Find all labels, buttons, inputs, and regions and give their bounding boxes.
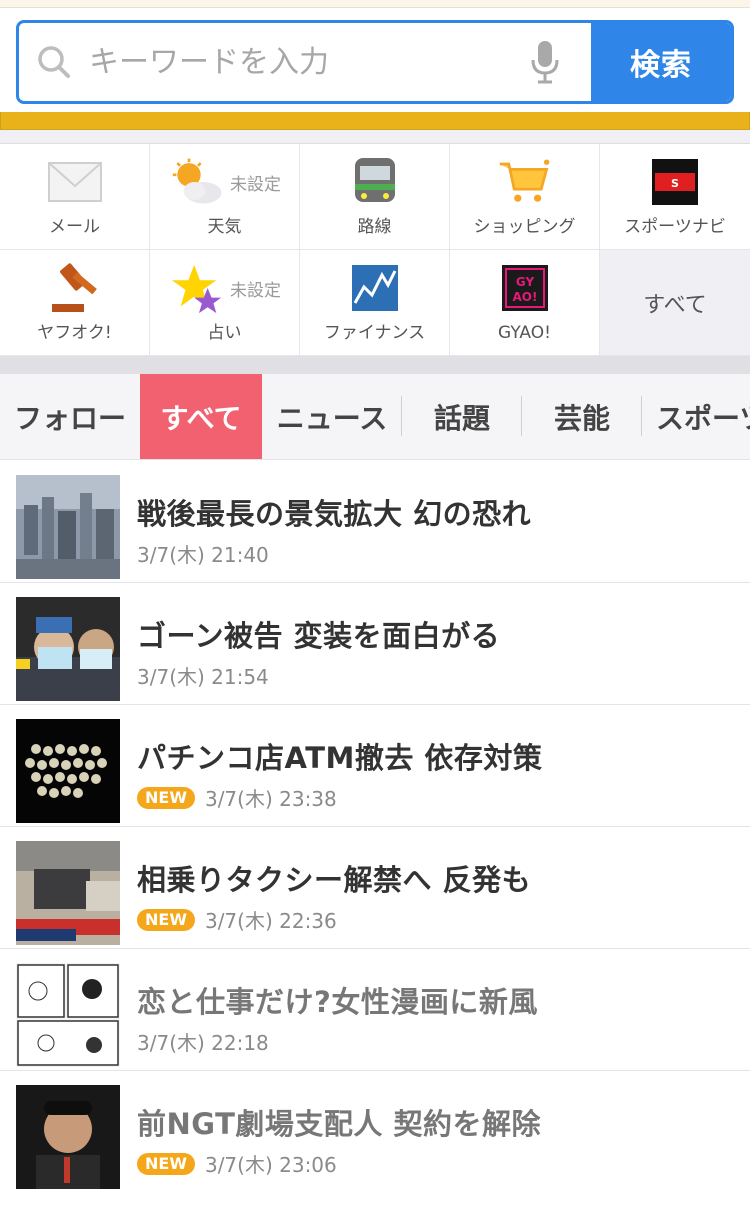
microphone-icon[interactable]: [499, 23, 591, 101]
auction-gavel-icon: [48, 262, 102, 314]
svg-text:AO!: AO!: [512, 290, 537, 304]
mail-icon: [47, 156, 102, 208]
fortune-star-icon: [171, 262, 225, 314]
service-auction[interactable]: ヤフオク!: [0, 250, 150, 356]
news-headline: パチンコ店ATM撤去 依存対策: [137, 741, 543, 775]
svg-text:S: S: [671, 177, 679, 190]
news-item[interactable]: 戦後最長の景気拡大 幻の恐れ 3/7(木) 21:40: [0, 461, 750, 583]
news-time: 3/7(木) 22:36: [204, 909, 337, 933]
news-thumbnail: [16, 963, 120, 1067]
news-thumbnail: [16, 719, 120, 823]
service-label: ショッピング: [473, 217, 576, 237]
service-label: ヤフオク!: [37, 323, 112, 343]
service-label: GYAO!: [498, 323, 551, 343]
tab-topics[interactable]: 話題: [402, 374, 522, 459]
sportsnavi-icon: S: [648, 156, 702, 208]
section-divider: [0, 130, 750, 144]
news-item[interactable]: パチンコ店ATM撤去 依存対策 NEW 3/7(木) 23:38: [0, 705, 750, 827]
news-thumbnail: [16, 475, 120, 579]
news-meta: NEW 3/7(木) 23:06: [137, 1149, 337, 1178]
service-grid: メール 未設定 天気 路線 ショッピング S スポーツナビ ヤフオク! 未設定 …: [0, 144, 750, 356]
top-banner-strip: [0, 0, 750, 8]
service-finance[interactable]: ファイナンス: [300, 250, 450, 356]
news-item[interactable]: 恋と仕事だけ?女性漫画に新風 3/7(木) 22:18: [0, 949, 750, 1071]
news-thumbnail: [16, 597, 120, 701]
new-badge: NEW: [137, 1152, 195, 1175]
service-gyao[interactable]: GY AO! GYAO!: [450, 250, 600, 356]
news-headline: 相乗りタクシー解禁へ 反発も: [137, 863, 532, 897]
news-tabs: フォロー すべて ニュース 話題 芸能 スポーツ: [0, 374, 750, 460]
news-thumbnail: [16, 841, 120, 945]
service-fortune[interactable]: 未設定 占い: [150, 250, 300, 356]
service-all[interactable]: すべて: [600, 250, 750, 356]
news-time: 3/7(木) 22:18: [137, 1031, 269, 1055]
service-note: 未設定: [230, 175, 281, 195]
new-badge: NEW: [137, 786, 195, 809]
news-meta: 3/7(木) 21:54: [137, 661, 269, 690]
news-time: 3/7(木) 23:38: [204, 787, 337, 811]
service-label: メール: [49, 217, 100, 237]
news-time: 3/7(木) 23:06: [204, 1153, 337, 1177]
svg-text:GY: GY: [515, 275, 534, 289]
gyao-icon: GY AO!: [498, 262, 552, 314]
news-list: 戦後最長の景気拡大 幻の恐れ 3/7(木) 21:40 ゴーン被告 変装を面白が…: [0, 461, 750, 1193]
tab-sports[interactable]: スポーツ: [642, 374, 750, 459]
service-label: 路線: [357, 217, 392, 237]
search-input[interactable]: [89, 23, 499, 101]
ad-banner-strip[interactable]: [0, 112, 750, 130]
service-note: 未設定: [230, 281, 281, 301]
tab-all[interactable]: すべて: [140, 374, 262, 459]
tab-entertainment[interactable]: 芸能: [522, 374, 642, 459]
shopping-cart-icon: [498, 156, 552, 208]
service-label: すべて: [643, 292, 707, 318]
news-meta: 3/7(木) 21:40: [137, 539, 269, 568]
tab-news[interactable]: ニュース: [262, 374, 402, 459]
news-item[interactable]: 相乗りタクシー解禁へ 反発も NEW 3/7(木) 22:36: [0, 827, 750, 949]
news-thumbnail: [16, 1085, 120, 1189]
news-headline: 前NGT劇場支配人 契約を解除: [137, 1107, 541, 1141]
news-item[interactable]: 前NGT劇場支配人 契約を解除 NEW 3/7(木) 23:06: [0, 1071, 750, 1193]
news-meta: NEW 3/7(木) 22:36: [137, 905, 337, 934]
news-meta: NEW 3/7(木) 23:38: [137, 783, 337, 812]
news-headline: 恋と仕事だけ?女性漫画に新風: [137, 985, 538, 1019]
search-field: [19, 23, 591, 101]
search-button[interactable]: 検索: [591, 23, 731, 101]
service-sportsnavi[interactable]: S スポーツナビ: [600, 144, 750, 250]
service-mail[interactable]: メール: [0, 144, 150, 250]
service-shopping[interactable]: ショッピング: [450, 144, 600, 250]
train-icon: [348, 156, 402, 208]
section-divider: [0, 356, 750, 374]
news-item[interactable]: ゴーン被告 変装を面白がる 3/7(木) 21:54: [0, 583, 750, 705]
service-label: ファイナンス: [323, 323, 426, 343]
news-time: 3/7(木) 21:40: [137, 543, 269, 567]
service-train[interactable]: 路線: [300, 144, 450, 250]
news-headline: ゴーン被告 変装を面白がる: [137, 619, 501, 653]
service-weather[interactable]: 未設定 天気: [150, 144, 300, 250]
search-icon: [19, 23, 89, 101]
search-bar: 検索: [16, 20, 734, 104]
service-label: スポーツナビ: [624, 217, 726, 237]
news-headline: 戦後最長の景気拡大 幻の恐れ: [137, 497, 532, 531]
service-label: 占い: [207, 323, 242, 343]
new-badge: NEW: [137, 908, 195, 931]
tab-follow[interactable]: フォロー: [0, 374, 140, 459]
finance-chart-icon: [348, 262, 402, 314]
news-meta: 3/7(木) 22:18: [137, 1027, 269, 1056]
news-time: 3/7(木) 21:54: [137, 665, 269, 689]
service-label: 天気: [207, 217, 242, 237]
weather-icon: [171, 156, 225, 208]
